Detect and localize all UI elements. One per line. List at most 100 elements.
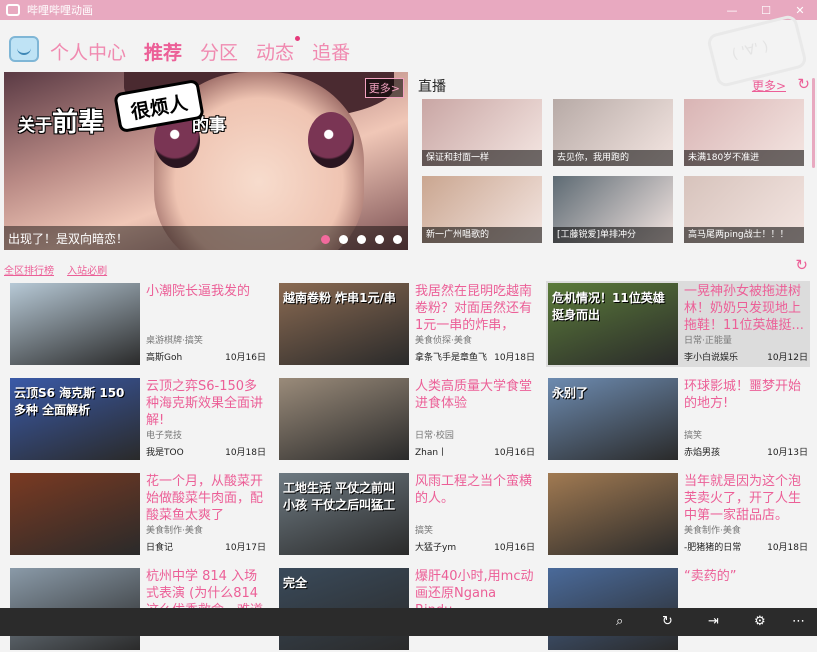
all-ranking-link[interactable]: 全区排行榜	[4, 266, 54, 277]
video-date: 10月18日	[494, 353, 535, 363]
bilibili-tv-icon[interactable]	[9, 36, 39, 62]
live-heading: 直播	[418, 79, 446, 95]
carousel-dot[interactable]	[393, 235, 402, 244]
video-thumbnail	[10, 283, 140, 365]
search-icon[interactable]: ⌕	[616, 614, 623, 629]
banner-more-link[interactable]: 更多>	[364, 78, 404, 98]
video-card[interactable]: 工地生活 平仗之前叫小孩 干仗之后叫猛工 风雨工程之当个蛮横的人。 搞笑 大猛子ym 1…	[277, 471, 537, 557]
bottom-app-bar: ⌕ ↻ ⇥ ⚙ ⋯	[0, 608, 817, 636]
banner-caption: 出现了！是双向暗恋！	[8, 232, 129, 246]
video-uploader: 高斯Goh	[146, 353, 183, 363]
banner-carousel[interactable]: 关于前辈 的事 很烦人 更多> 出现了！是双向暗恋！	[4, 72, 408, 250]
video-title: “卖药的”	[684, 569, 737, 584]
video-title: 一晃神孙女被拖进树林！奶奶只发现地上拖鞋！11位英雄挺...	[684, 284, 804, 333]
live-card-title: 保证和封面一样	[422, 150, 542, 166]
more-icon[interactable]: ⋯	[792, 614, 805, 629]
video-uploader: 日食记	[146, 543, 174, 553]
video-category: 美食侦探·美食	[415, 336, 472, 346]
nav-tabs: 个人中心 推荐 分区 动态 追番	[50, 36, 350, 65]
video-thumbnail: 越南卷粉 炸串1元/串	[279, 283, 409, 365]
banner-headline-big: 前辈	[52, 108, 105, 138]
minimize-button[interactable]: —	[715, 0, 749, 20]
video-uploader: 拿条飞手是章鱼飞	[415, 353, 488, 363]
live-card[interactable]: 未满180岁不准进	[684, 99, 804, 166]
video-date: 10月16日	[494, 543, 535, 553]
video-date: 10月16日	[225, 353, 266, 363]
thumbnail-text: 危机情况！11位英雄挺身而出	[552, 291, 665, 322]
video-thumbnail	[279, 378, 409, 460]
refresh-icon[interactable]: ↻	[662, 614, 673, 629]
video-uploader: 赤焰男孩	[684, 448, 721, 458]
live-more-link[interactable]: 更多>	[752, 77, 786, 94]
video-title: 我居然在昆明吃越南卷粉？对面居然还有1元一串的炸串，这...	[415, 284, 533, 333]
video-thumbnail	[10, 473, 140, 555]
video-date: 10月17日	[225, 543, 266, 553]
banner-art-eye-right	[308, 112, 354, 168]
carousel-dots	[321, 235, 402, 244]
video-card[interactable]: 永别了 环球影城！噩梦开始的地方! 搞笑 赤焰男孩 10月13日	[546, 376, 810, 462]
refresh-icon[interactable]: ↻	[797, 75, 810, 93]
video-uploader: 我是TOO	[146, 448, 184, 458]
live-card-title: 去见你，我用跑的	[553, 150, 673, 166]
video-thumbnail: 云顶S6 海克斯 150多种 全面解析	[10, 378, 140, 460]
video-date: 10月18日	[767, 543, 808, 553]
must-watch-link[interactable]: 入站必刷	[67, 266, 107, 277]
live-card[interactable]: 保证和封面一样	[422, 99, 542, 166]
carousel-dot[interactable]	[375, 235, 384, 244]
carousel-dot[interactable]	[321, 235, 330, 244]
settings-icon[interactable]: ⚙	[754, 614, 766, 629]
app-icon	[6, 4, 20, 16]
video-thumbnail: 工地生活 平仗之前叫小孩 干仗之后叫猛工	[279, 473, 409, 555]
video-card[interactable]: 人类高质量大学食堂进食体验 日常·校园 Zhan丨 10月16日	[277, 376, 537, 462]
video-title: 花一个月，从酸菜开始做酸菜牛肉面，配酸菜鱼太爽了	[146, 474, 264, 523]
live-card-title: 新一广州唱歌的	[422, 227, 542, 243]
window-title: 哔哩哔哩动画	[27, 4, 93, 17]
live-section-header: 直播 更多> ↻	[418, 75, 810, 96]
carousel-dot[interactable]	[357, 235, 366, 244]
live-card[interactable]: 新一广州唱歌的	[422, 176, 542, 243]
video-date: 10月13日	[767, 448, 808, 458]
live-card[interactable]: 去见你，我用跑的	[553, 99, 673, 166]
tab-recommend[interactable]: 推荐	[144, 38, 182, 65]
rank-links-row: 全区排行榜 入站必刷 ↻	[4, 256, 810, 277]
live-card-title: 未满180岁不准进	[684, 150, 804, 166]
top-nav: 个人中心 推荐 分区 动态 追番	[0, 13, 817, 89]
video-card[interactable]: 云顶S6 海克斯 150多种 全面解析 云顶之弈S6-150多种海克斯效果全面讲解…	[8, 376, 268, 462]
video-category: 日常·正能量	[684, 336, 732, 346]
tab-personal-center[interactable]: 个人中心	[50, 38, 126, 65]
video-uploader: Zhan丨	[415, 448, 448, 458]
thumbnail-text: 完全	[283, 576, 308, 590]
refresh-icon[interactable]: ↻	[795, 256, 808, 274]
video-category: 日常·校园	[415, 431, 454, 441]
live-card[interactable]: 高马尾两ping战士！！！	[684, 176, 804, 243]
scrollbar[interactable]	[812, 78, 815, 168]
video-title: 风雨工程之当个蛮横的人。	[415, 474, 533, 506]
tab-categories[interactable]: 分区	[200, 38, 238, 65]
thumbnail-text: 永别了	[552, 386, 589, 400]
video-card[interactable]: 小潮院长逼我发的 桌游棋牌·搞笑 高斯Goh 10月16日	[8, 281, 268, 367]
thumbnail-text: 云顶S6 海克斯 150多种 全面解析	[14, 386, 125, 417]
video-card[interactable]: 当年就是因为这个泡芙卖火了，开了人生中第一家甜品店。 美食制作·美食 -肥猪猪的日常…	[546, 471, 810, 557]
thumbnail-text: 工地生活 平仗之前叫小孩 干仗之后叫猛工	[283, 481, 396, 512]
tab-dynamics[interactable]: 动态	[256, 36, 301, 65]
notification-dot	[295, 36, 301, 41]
video-category: 美食制作·美食	[146, 526, 203, 536]
video-card[interactable]: 花一个月，从酸菜开始做酸菜牛肉面，配酸菜鱼太爽了美食制作·美食 日食记 10月17日	[8, 471, 268, 557]
exit-icon[interactable]: ⇥	[708, 614, 719, 629]
video-date: 10月12日	[767, 353, 808, 363]
video-date: 10月18日	[225, 448, 266, 458]
live-grid: 保证和封面一样 去见你，我用跑的 未满180岁不准进 新一广州唱歌的 [工藤锐爱…	[422, 99, 804, 243]
video-card[interactable]: 危机情况！11位英雄挺身而出 一晃神孙女被拖进树林！奶奶只发现地上拖鞋！11位英雄…	[546, 281, 810, 367]
thumbnail-text: 越南卷粉 炸串1元/串	[283, 291, 396, 305]
video-uploader: 大猛子ym	[415, 543, 457, 553]
video-card[interactable]: 越南卷粉 炸串1元/串 我居然在昆明吃越南卷粉？对面居然还有1元一串的炸串，这..…	[277, 281, 537, 367]
tab-following-anime[interactable]: 追番	[312, 38, 350, 65]
video-grid: 小潮院长逼我发的 桌游棋牌·搞笑 高斯Goh 10月16日 越南卷粉 炸串1元/串 我居然…	[8, 281, 810, 652]
carousel-dot[interactable]	[339, 235, 348, 244]
banner-headline-prefix: 关于	[18, 116, 52, 136]
video-category: 电子竞技	[146, 431, 183, 441]
video-title: 环球影城！噩梦开始的地方!	[684, 379, 802, 411]
video-date: 10月16日	[494, 448, 535, 458]
live-card[interactable]: [工藤锐爱]单排冲分	[553, 176, 673, 243]
video-title: 小潮院长逼我发的	[146, 284, 251, 299]
